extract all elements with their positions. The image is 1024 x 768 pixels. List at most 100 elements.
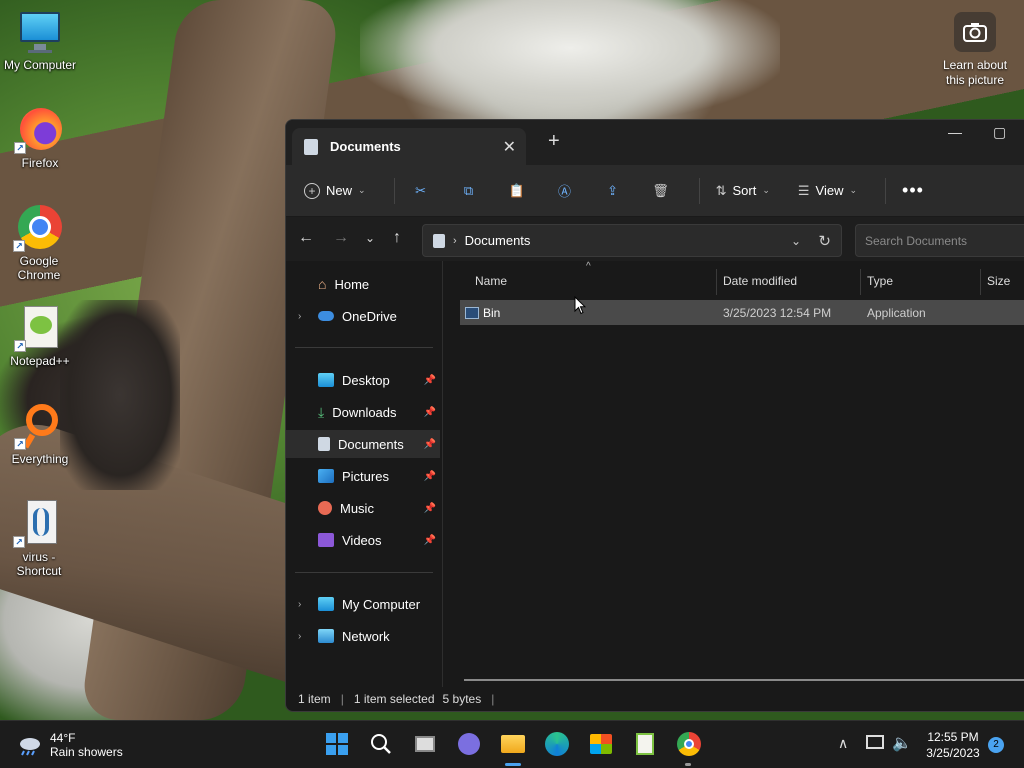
search-icon: [371, 734, 391, 754]
taskbar-search-button[interactable]: [368, 731, 394, 757]
file-name[interactable]: Bin: [483, 306, 500, 320]
task-view-button[interactable]: [412, 731, 438, 757]
expand-chevron-icon[interactable]: ›: [298, 311, 301, 322]
column-header-type[interactable]: Type: [867, 274, 893, 288]
address-dropdown-icon[interactable]: ⌄: [791, 234, 801, 248]
volume-icon[interactable]: 🔈: [892, 733, 912, 753]
table-row[interactable]: Bin 3/25/2023 12:54 PM Application: [460, 300, 1024, 325]
search-placeholder: Search Documents: [865, 234, 968, 248]
share-icon[interactable]: ⇪: [603, 181, 623, 201]
sidebar-item-documents[interactable]: Documents 📌: [286, 430, 440, 458]
system-clock[interactable]: 12:55 PM 3/25/2023: [924, 729, 982, 761]
address-path[interactable]: Documents: [465, 233, 531, 248]
start-button[interactable]: [324, 731, 350, 757]
view-label: View: [815, 183, 844, 198]
refresh-icon[interactable]: ↻: [818, 232, 831, 250]
desktop-icon-virus-shortcut[interactable]: ↗ virus - Shortcut: [0, 500, 78, 578]
pin-icon[interactable]: 📌: [424, 535, 436, 546]
rename-icon[interactable]: Ⓐ: [555, 181, 575, 201]
sidebar-item-label: Downloads: [332, 404, 397, 420]
status-bar: 1 item | 1 item selected 5 bytes |: [286, 687, 1024, 711]
sidebar-item-my-computer[interactable]: › My Computer: [286, 590, 440, 618]
view-button[interactable]: ☰ View ⌄: [798, 183, 857, 199]
column-header-date-modified[interactable]: Date modified: [723, 274, 797, 288]
sidebar-item-network[interactable]: › Network: [286, 622, 440, 650]
copy-icon[interactable]: ⧉: [459, 181, 479, 201]
teams-chat-button[interactable]: [456, 731, 482, 757]
column-separator[interactable]: [980, 269, 981, 295]
new-button[interactable]: + New ⌄: [304, 182, 366, 199]
wallpaper-fur: [360, 0, 780, 120]
monitor-icon: [16, 8, 64, 56]
selection-count: 1 item selected: [353, 692, 435, 706]
document-folder-icon: [433, 233, 445, 248]
folder-icon: [501, 735, 525, 753]
desktop-icon-firefox[interactable]: ↗ Firefox: [0, 106, 80, 170]
sidebar-item-onedrive[interactable]: › OneDrive: [286, 302, 440, 330]
sidebar-item-pictures[interactable]: Pictures 📌: [286, 462, 440, 490]
status-divider: |: [340, 692, 344, 706]
desktop-icon-everything[interactable]: ↗ Everything: [0, 402, 80, 466]
network-status-icon[interactable]: [866, 735, 884, 749]
sidebar-item-downloads[interactable]: ⤓ Downloads 📌: [286, 398, 440, 426]
sidebar-item-videos[interactable]: Videos 📌: [286, 526, 440, 554]
download-arrow-icon: ⤓: [318, 403, 325, 420]
expand-chevron-icon[interactable]: ›: [298, 599, 301, 610]
horizontal-scrollbar[interactable]: [464, 679, 1024, 681]
sidebar-item-home[interactable]: ⌂ Home: [286, 270, 440, 298]
column-header-size[interactable]: Size: [987, 274, 1010, 288]
desktop-icon-label: Firefox: [21, 156, 59, 170]
pin-icon[interactable]: 📌: [424, 471, 436, 482]
sort-button[interactable]: ⇅ Sort ⌄: [716, 183, 770, 199]
up-arrow-icon[interactable]: ↑: [393, 229, 401, 247]
back-arrow-icon[interactable]: ←: [298, 229, 314, 247]
paste-icon[interactable]: 📋: [507, 181, 527, 201]
desktop-icon-label: My Computer: [3, 58, 77, 72]
search-input[interactable]: Search Documents: [855, 224, 1024, 257]
pin-icon[interactable]: 📌: [424, 375, 436, 386]
video-icon: [318, 533, 334, 547]
pin-icon[interactable]: 📌: [424, 503, 436, 514]
notepadpp-icon: ↗: [14, 304, 64, 352]
chrome-taskbar-button[interactable]: [676, 731, 702, 757]
notification-badge[interactable]: 2: [988, 737, 1004, 753]
column-separator[interactable]: [860, 269, 861, 295]
sidebar-item-desktop[interactable]: Desktop 📌: [286, 366, 440, 394]
close-tab-icon[interactable]: ✕: [503, 137, 516, 157]
shortcut-arrow-icon: ↗: [14, 142, 26, 154]
column-header-name[interactable]: Name: [475, 274, 507, 288]
maximize-icon[interactable]: ▢: [993, 124, 1006, 141]
tab-documents[interactable]: Documents ✕: [292, 128, 526, 165]
expand-chevron-icon[interactable]: ›: [298, 631, 301, 642]
view-list-icon: ☰: [797, 182, 810, 198]
file-explorer-window: Documents ✕ + — ▢ + New ⌄ ✂ ⧉ 📋 Ⓐ ⇪ 🗑 ⇅ …: [285, 119, 1024, 712]
sort-arrows-icon: ⇅: [715, 182, 727, 198]
address-bar[interactable]: › Documents ⌄ ↻: [422, 224, 842, 257]
breadcrumb-chevron-icon: ›: [453, 234, 457, 247]
edge-taskbar-button[interactable]: [544, 731, 570, 757]
cut-icon[interactable]: ✂: [411, 181, 431, 201]
learn-about-picture[interactable]: Learn about this picture: [934, 12, 1016, 88]
store-taskbar-button[interactable]: [588, 731, 614, 757]
forward-arrow-icon[interactable]: →: [333, 229, 349, 247]
notepadpp-taskbar-button[interactable]: [632, 731, 658, 757]
desktop-icon-chrome[interactable]: ↗ Google Chrome: [0, 204, 78, 282]
sidebar-item-music[interactable]: Music 📌: [286, 494, 440, 522]
minimize-icon[interactable]: —: [948, 124, 962, 140]
delete-icon[interactable]: 🗑: [651, 181, 671, 201]
learn-about-label: Learn about this picture: [942, 58, 1008, 87]
desktop-icon-my-computer[interactable]: My Computer: [0, 8, 80, 72]
recent-locations-chevron-icon[interactable]: ⌄: [365, 231, 375, 245]
file-type: Application: [867, 305, 926, 320]
show-hidden-icons-chevron[interactable]: ∧: [838, 735, 848, 752]
file-explorer-taskbar-button[interactable]: [500, 731, 526, 757]
new-tab-icon[interactable]: +: [548, 130, 560, 153]
cloud-icon: [318, 311, 334, 321]
desktop-icon-notepadpp[interactable]: ↗ Notepad++: [0, 304, 80, 368]
more-options-icon[interactable]: •••: [902, 180, 924, 201]
pin-icon[interactable]: 📌: [424, 407, 436, 418]
weather-widget[interactable]: 44°F Rain showers: [18, 731, 123, 759]
column-separator[interactable]: [716, 269, 717, 295]
pin-icon[interactable]: 📌: [424, 439, 436, 450]
chrome-icon: ↗: [13, 204, 63, 252]
